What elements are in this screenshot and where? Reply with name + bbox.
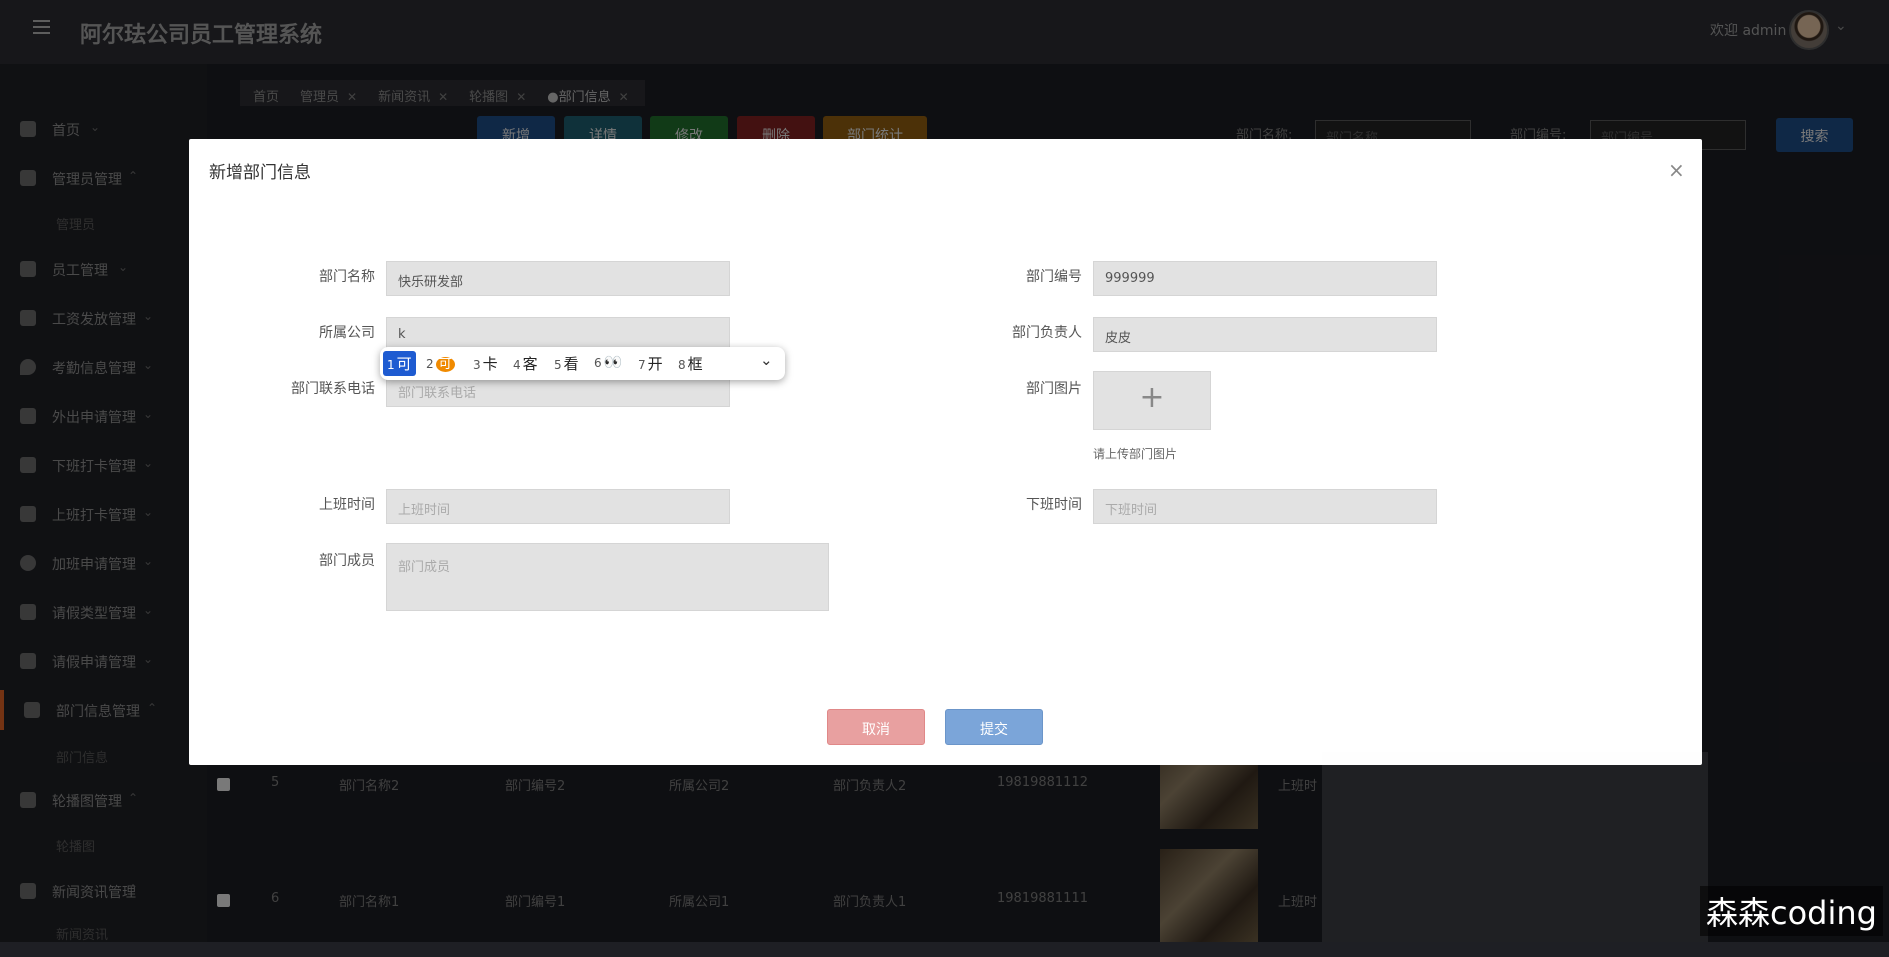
manager-label: 部门负责人 [1012,325,1082,341]
ime-candidate[interactable]: 1可 [383,351,416,376]
ime-num: 8 [678,358,686,372]
dialog-title: 新增部门信息 [209,163,311,183]
add-department-dialog: 新增部门信息 × 部门名称 快乐研发部 部门编号 999999 所属公司 k 部… [189,139,1702,765]
ime-candidate[interactable]: 3卡 [473,353,498,374]
ime-text: 客 [522,355,538,373]
image-label: 部门图片 [1026,381,1082,397]
upload-hint: 请上传部门图片 [1093,447,1178,461]
ime-text: 可 [435,357,455,372]
cancel-button[interactable]: 取消 [827,709,925,745]
blurred-region [1322,752,1708,942]
ime-candidate[interactable]: 7开 [638,353,663,374]
code-label: 部门编号 [1026,269,1082,285]
chevron-down-icon[interactable]: ⌄ [760,351,773,369]
upload-plus-icon[interactable]: + [1093,371,1211,430]
ime-num: 4 [513,358,521,372]
manager-field[interactable]: 皮皮 [1093,317,1437,352]
ime-num: 5 [554,358,562,372]
name-label: 部门名称 [319,269,375,285]
start-time-label: 上班时间 [319,497,375,513]
start-time-field[interactable]: 上班时间 [386,489,730,524]
submit-button[interactable]: 提交 [945,709,1043,745]
ime-candidate[interactable]: 4客 [513,353,538,374]
phone-label: 部门联系电话 [291,381,375,397]
ime-candidate[interactable]: 8框 [678,353,703,374]
ime-num: 1 [387,358,395,372]
ime-num: 7 [638,358,646,372]
ime-text: 👀 [603,353,623,371]
ime-candidate-bar: 1可 2可 3卡 4客 5看 6 👀 7开 8框 ⌄ [380,347,785,380]
ime-text: 卡 [482,355,498,373]
ime-text: 看 [563,355,579,373]
ime-num: 6 [594,356,602,370]
end-time-field[interactable]: 下班时间 [1093,489,1437,524]
department-code-field[interactable]: 999999 [1093,261,1437,296]
ime-text: 框 [687,355,703,373]
ime-candidate[interactable]: 5看 [554,353,579,374]
ime-candidate[interactable]: 2可 [426,353,455,372]
members-label: 部门成员 [319,553,375,569]
ime-text: 可 [396,355,412,373]
close-icon[interactable]: × [1668,158,1685,182]
ime-num: 3 [473,358,481,372]
ime-candidate[interactable]: 6 👀 [594,353,622,371]
end-time-label: 下班时间 [1026,497,1082,513]
watermark: 森森coding [1700,886,1883,936]
company-label: 所属公司 [319,325,375,341]
members-textarea[interactable]: 部门成员 [386,543,829,611]
ime-text: 开 [647,355,663,373]
ime-num: 2 [426,357,434,371]
department-name-field[interactable]: 快乐研发部 [386,261,730,296]
